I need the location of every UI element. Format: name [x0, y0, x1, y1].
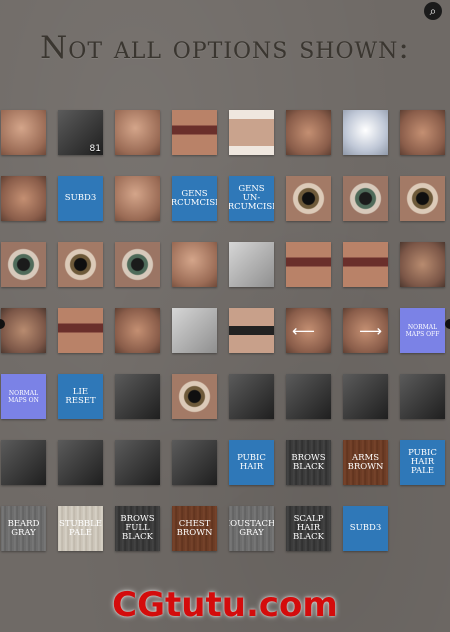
watermark-text: CGtutu.com: [112, 585, 338, 625]
scroll-right-handle[interactable]: [445, 319, 450, 329]
tile-head-dark[interactable]: 81: [58, 110, 103, 155]
tile-gens-circumcised[interactable]: GENS CIRCUMCISED: [172, 176, 217, 221]
tile-body-full[interactable]: [229, 110, 274, 155]
tile-scalp-hair-black[interactable]: SCALP HAIR BLACK: [286, 506, 331, 551]
tile-gens-uncircumcised[interactable]: GENS UN-CIRCUMCISED: [229, 176, 274, 221]
tile-stubble-pale[interactable]: STUBBLE PALE: [58, 506, 103, 551]
tile-face-gray[interactable]: [229, 242, 274, 287]
tile-brows-black[interactable]: BROWS BLACK: [286, 440, 331, 485]
tile-label-line-2: CIRCUMCISED: [172, 197, 217, 208]
tile-subd3-a[interactable]: SUBD3: [58, 176, 103, 221]
tile-white-sphere[interactable]: [343, 110, 388, 155]
tile-scalp[interactable]: [400, 242, 445, 287]
tile-eye-01[interactable]: [286, 176, 331, 221]
tile-label: STUBBLE PALE: [59, 518, 102, 538]
tile-lie-reset[interactable]: LIE RESET: [58, 374, 103, 419]
tile-gray-texture[interactable]: [172, 308, 217, 353]
tile-lips[interactable]: [58, 308, 103, 353]
tile-abs-arrow-right[interactable]: ⟶: [343, 308, 388, 353]
tile-eye-06[interactable]: [115, 242, 160, 287]
tile-eye-03[interactable]: [400, 176, 445, 221]
tile-tattoo[interactable]: [229, 308, 274, 353]
tile-navel[interactable]: [400, 110, 445, 155]
tile-eye-04[interactable]: [1, 242, 46, 287]
tile-moustache-gray[interactable]: MOUSTACHE GRAY: [229, 506, 274, 551]
tile-face-dark[interactable]: [343, 374, 388, 419]
tile-pubic-hair-pale[interactable]: PUBIC HAIR PALE: [400, 440, 445, 485]
tile-normal-maps-off[interactable]: NORMAL MAPS OFF: [400, 308, 445, 353]
tile-label: SUBD3: [349, 523, 382, 533]
tile-eye-02[interactable]: [343, 176, 388, 221]
tile-label: PUBIC HAIR: [237, 452, 266, 472]
tile-label: BROWS BLACK: [291, 452, 326, 472]
tile-face-03[interactable]: [172, 242, 217, 287]
tile-dark-03[interactable]: [1, 440, 46, 485]
tile-eye-05[interactable]: [58, 242, 103, 287]
tile-label: GENS UN-CIRCUMCISED: [229, 176, 274, 221]
tile-label: NORMAL MAPS OFF: [405, 323, 440, 338]
options-grid: 81 SUBD3 GENS CIRCUMCISED GENS UN-CIRCUM…: [0, 0, 450, 632]
tile-dark-02[interactable]: [400, 374, 445, 419]
tile-dark-04[interactable]: [58, 440, 103, 485]
tile-label: CHEST BROWN: [176, 518, 213, 538]
tile-abs-arrow-left[interactable]: ⟵: [286, 308, 331, 353]
tile-head-back[interactable]: [115, 440, 160, 485]
tile-eye-07[interactable]: [172, 374, 217, 419]
tile-number: 81: [89, 144, 101, 154]
tile-label: ARMS BROWN: [347, 452, 384, 472]
tile-pubic-hair[interactable]: PUBIC HAIR: [229, 440, 274, 485]
tile-stubble-01[interactable]: [1, 308, 46, 353]
tile-face-02[interactable]: [115, 110, 160, 155]
tile-arms-brown[interactable]: ARMS BROWN: [343, 440, 388, 485]
tile-beard-gray[interactable]: BEARD GRAY: [1, 506, 46, 551]
tile-label: BROWS FULL BLACK: [120, 514, 155, 542]
tile-mouth-02[interactable]: [286, 242, 331, 287]
arrow-left-icon: ⟵: [292, 321, 315, 340]
tile-label: GENS CIRCUMCISED: [172, 176, 217, 221]
tile-torso-01[interactable]: [115, 176, 160, 221]
tile-label: LIE RESET: [65, 386, 96, 406]
tile-label-line-2: UN-CIRCUMCISED: [229, 193, 274, 212]
tile-stripe[interactable]: [229, 374, 274, 419]
tile-label: PUBIC HAIR PALE: [408, 448, 437, 476]
tile-label-line-2: GRAY: [239, 527, 264, 538]
tile-label: SUBD3: [64, 193, 97, 203]
tile-figure-dark[interactable]: [115, 374, 160, 419]
tile-mouth-03[interactable]: [343, 242, 388, 287]
tile-skin-detail-02[interactable]: [1, 176, 46, 221]
tile-dark-01[interactable]: [286, 374, 331, 419]
arrow-right-icon: ⟶: [359, 321, 382, 340]
tile-brows-full-black[interactable]: BROWS FULL BLACK: [115, 506, 160, 551]
tile-skin-detail-01[interactable]: [286, 110, 331, 155]
tile-label: SCALP HAIR BLACK: [293, 514, 324, 542]
tile-label: MOUSTACHE GRAY: [229, 506, 274, 551]
tile-skin-detail-03[interactable]: [115, 308, 160, 353]
tile-mouth-01[interactable]: [172, 110, 217, 155]
tile-label: BEARD GRAY: [7, 518, 40, 538]
tile-face-01[interactable]: [1, 110, 46, 155]
tile-chest-brown[interactable]: CHEST BROWN: [172, 506, 217, 551]
tile-subd3-b[interactable]: SUBD3: [343, 506, 388, 551]
tile-dark-05[interactable]: [172, 440, 217, 485]
tile-label: NORMAL MAPS ON: [8, 389, 39, 404]
tile-normal-maps-on[interactable]: NORMAL MAPS ON: [1, 374, 46, 419]
